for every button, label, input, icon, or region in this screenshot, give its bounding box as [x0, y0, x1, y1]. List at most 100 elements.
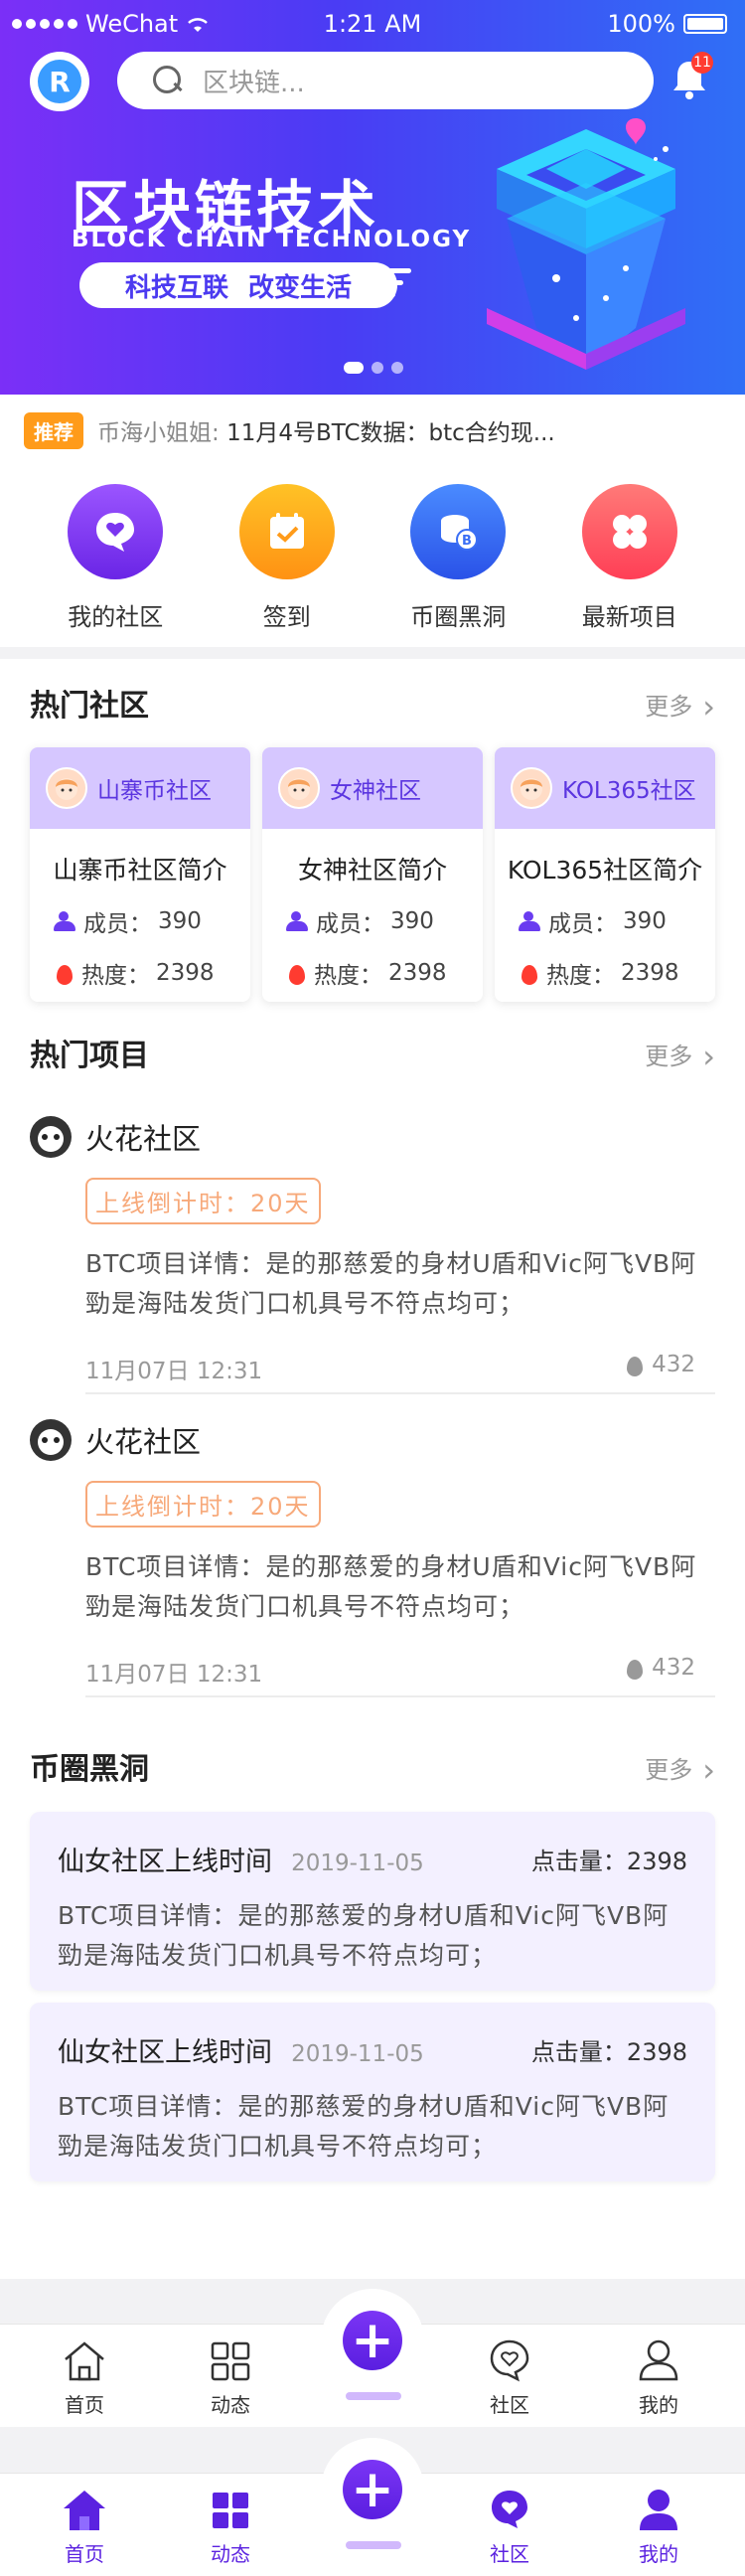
banner-pagination[interactable]: [344, 362, 403, 374]
tab-feed[interactable]: 动态: [176, 2325, 285, 2428]
tab-feed[interactable]: 动态: [176, 2474, 285, 2576]
heat-count: 432: [652, 1655, 695, 1681]
tab-home[interactable]: 首页: [30, 2325, 139, 2428]
blackhole-title: 仙女社区上线时间: [58, 2037, 272, 2068]
community-intro: KOL365社区简介: [507, 856, 703, 885]
tab-label: 我的: [639, 2542, 678, 2566]
shortcut-checkin[interactable]: 签到: [213, 484, 362, 647]
publish-button[interactable]: +: [321, 2289, 424, 2392]
members-label: 成员：: [83, 911, 152, 937]
chat-heart-icon: [492, 2491, 527, 2528]
status-bar: WeChat 1:21 AM 100%: [0, 6, 745, 42]
heat-count: 2398: [621, 960, 679, 986]
plus-icon: +: [343, 2460, 402, 2519]
community-card-header: KOL365社区: [495, 747, 715, 829]
project-time: 11月07日 12:31: [85, 1662, 263, 1688]
members-count: 390: [158, 908, 202, 934]
coins-icon: B: [410, 484, 507, 579]
section-header: 币圈黑洞 更多: [30, 1744, 715, 1787]
more-link[interactable]: 更多: [645, 685, 715, 723]
more-link[interactable]: 更多: [645, 1748, 715, 1786]
tab-community[interactable]: 社区: [455, 2325, 564, 2428]
tab-community[interactable]: 社区: [455, 2474, 564, 2576]
home-icon: [65, 2341, 104, 2381]
tab-label: 动态: [211, 2393, 250, 2417]
publish-button-shadow: [346, 2392, 401, 2400]
heat-count: 2398: [156, 960, 215, 986]
members-label: 成员：: [548, 911, 617, 937]
ticker-content: 11月4号BTC数据：btc合约现...: [226, 420, 555, 446]
blackhole-clicks: 点击量：2398: [530, 2038, 687, 2066]
shortcut-blackhole[interactable]: B 币圈黑洞: [383, 484, 532, 647]
banner-dot-3[interactable]: [391, 362, 403, 374]
community-members: 成员： 390: [286, 904, 483, 938]
svg-text:B: B: [462, 534, 472, 549]
banner-subtitle: BLOCK CHAIN TECHNOLOGY: [72, 227, 472, 252]
app-logo[interactable]: R: [30, 52, 89, 111]
banner-dot-1[interactable]: [344, 362, 364, 374]
project-desc: BTC项目详情：是的那慈爱的身材U盾和Vic阿飞VB阿勁是海陆发货门口机具号不符…: [85, 1552, 697, 1621]
blockchain-illustration: [487, 118, 685, 370]
blackhole-clicks: 点击量：2398: [530, 1848, 687, 1875]
blackhole-date: 2019-11-05: [291, 2041, 424, 2067]
blackhole-date: 2019-11-05: [291, 1851, 424, 1876]
community-name: 山寨币社区: [97, 778, 212, 804]
blackhole-card[interactable]: 仙女社区上线时间 2019-11-05 点击量：2398 BTC项目详情：是的那…: [30, 2003, 715, 2181]
shortcut-my-community[interactable]: 我的社区: [41, 484, 190, 647]
community-card[interactable]: KOL365社区 KOL365社区简介 成员： 390 热度： 2398: [495, 747, 715, 1002]
community-card[interactable]: 山寨币社区 山寨币社区简介 成员： 390 热度： 2398: [30, 747, 250, 1002]
app-root: WeChat 1:21 AM 100% R 区块链... 11 区块链技术 BL…: [0, 0, 745, 2576]
search-icon: [153, 66, 183, 95]
shortcut-new-projects[interactable]: 最新项目: [555, 484, 704, 647]
community-name: 女神社区: [330, 778, 421, 804]
shortcut-label: 签到: [262, 603, 311, 631]
project-item[interactable]: 火花社区 上线倒计时：20天 BTC项目详情：是的那慈爱的身材U盾和Vic阿飞V…: [30, 1116, 715, 1384]
heat-count: 432: [652, 1352, 695, 1377]
project-item[interactable]: 火花社区 上线倒计时：20天 BTC项目详情：是的那慈爱的身材U盾和Vic阿飞V…: [30, 1419, 715, 1688]
banner-dot-2[interactable]: [372, 362, 383, 374]
search-placeholder: 区块链...: [203, 68, 305, 98]
fire-icon: [286, 961, 308, 985]
chat-heart-icon: [68, 484, 164, 579]
tab-home[interactable]: 首页: [30, 2474, 139, 2576]
ticker-author: 币海小姐姐:: [97, 420, 220, 446]
calendar-check-icon: [238, 484, 335, 579]
chat-heart-icon: [490, 2339, 529, 2382]
clover-icon: [581, 484, 677, 579]
project-meta: 11月07日 12:31 432: [85, 1655, 715, 1688]
project-desc: BTC项目详情：是的那慈爱的身材U盾和Vic阿飞VB阿勁是海陆发货门口机具号不符…: [85, 1249, 697, 1318]
section-header: 热门项目 更多: [30, 1031, 715, 1073]
community-card[interactable]: 女神社区 女神社区简介 成员： 390 热度： 2398: [262, 747, 483, 1002]
heat-label: 热度：: [546, 963, 615, 989]
tab-label: 我的: [639, 2393, 678, 2417]
battery-icon: [683, 14, 727, 34]
avatar: [46, 767, 87, 809]
community-heat: 热度： 2398: [519, 956, 715, 990]
user-icon: [519, 911, 542, 931]
tab-mine[interactable]: 我的: [604, 2474, 713, 2576]
blackhole-card[interactable]: 仙女社区上线时间 2019-11-05 点击量：2398 BTC项目详情：是的那…: [30, 1812, 715, 1991]
project-time: 11月07日 12:31: [85, 1359, 263, 1384]
publish-button-shadow: [346, 2541, 401, 2549]
search-input[interactable]: 区块链...: [117, 52, 654, 109]
banner-slogan: 科技互联 改变生活: [79, 262, 397, 308]
speed-lines-decoration: [377, 268, 411, 304]
more-link[interactable]: 更多: [645, 1035, 715, 1072]
tab-label: 社区: [490, 2542, 529, 2566]
shortcut-label: 最新项目: [581, 603, 677, 631]
tab-label: 社区: [490, 2393, 529, 2417]
publish-button[interactable]: +: [321, 2438, 424, 2541]
tab-bar-filled: 首页 动态 + 社区 我的: [0, 2438, 745, 2576]
grid-icon: [213, 2493, 248, 2528]
avatar: [30, 1116, 72, 1158]
avatar: [511, 767, 552, 809]
project-name: 火花社区: [85, 1425, 202, 1459]
tab-mine[interactable]: 我的: [604, 2325, 713, 2428]
fire-icon: [54, 961, 75, 985]
shortcut-grid: 我的社区 签到 B 币圈黑洞 最新项目: [0, 466, 745, 647]
banner-slogan-1: 科技互联: [124, 272, 228, 303]
blackhole-desc: BTC项目详情：是的那慈爱的身材U盾和Vic阿飞VB阿勁是海陆发货门口机具号不符…: [58, 2092, 670, 2161]
hero-banner[interactable]: WeChat 1:21 AM 100% R 区块链... 11 区块链技术 BL…: [0, 0, 745, 395]
news-ticker[interactable]: 推荐 币海小姐姐: 11月4号BTC数据：btc合约现...: [0, 395, 745, 466]
community-card-header: 女神社区: [262, 747, 483, 829]
